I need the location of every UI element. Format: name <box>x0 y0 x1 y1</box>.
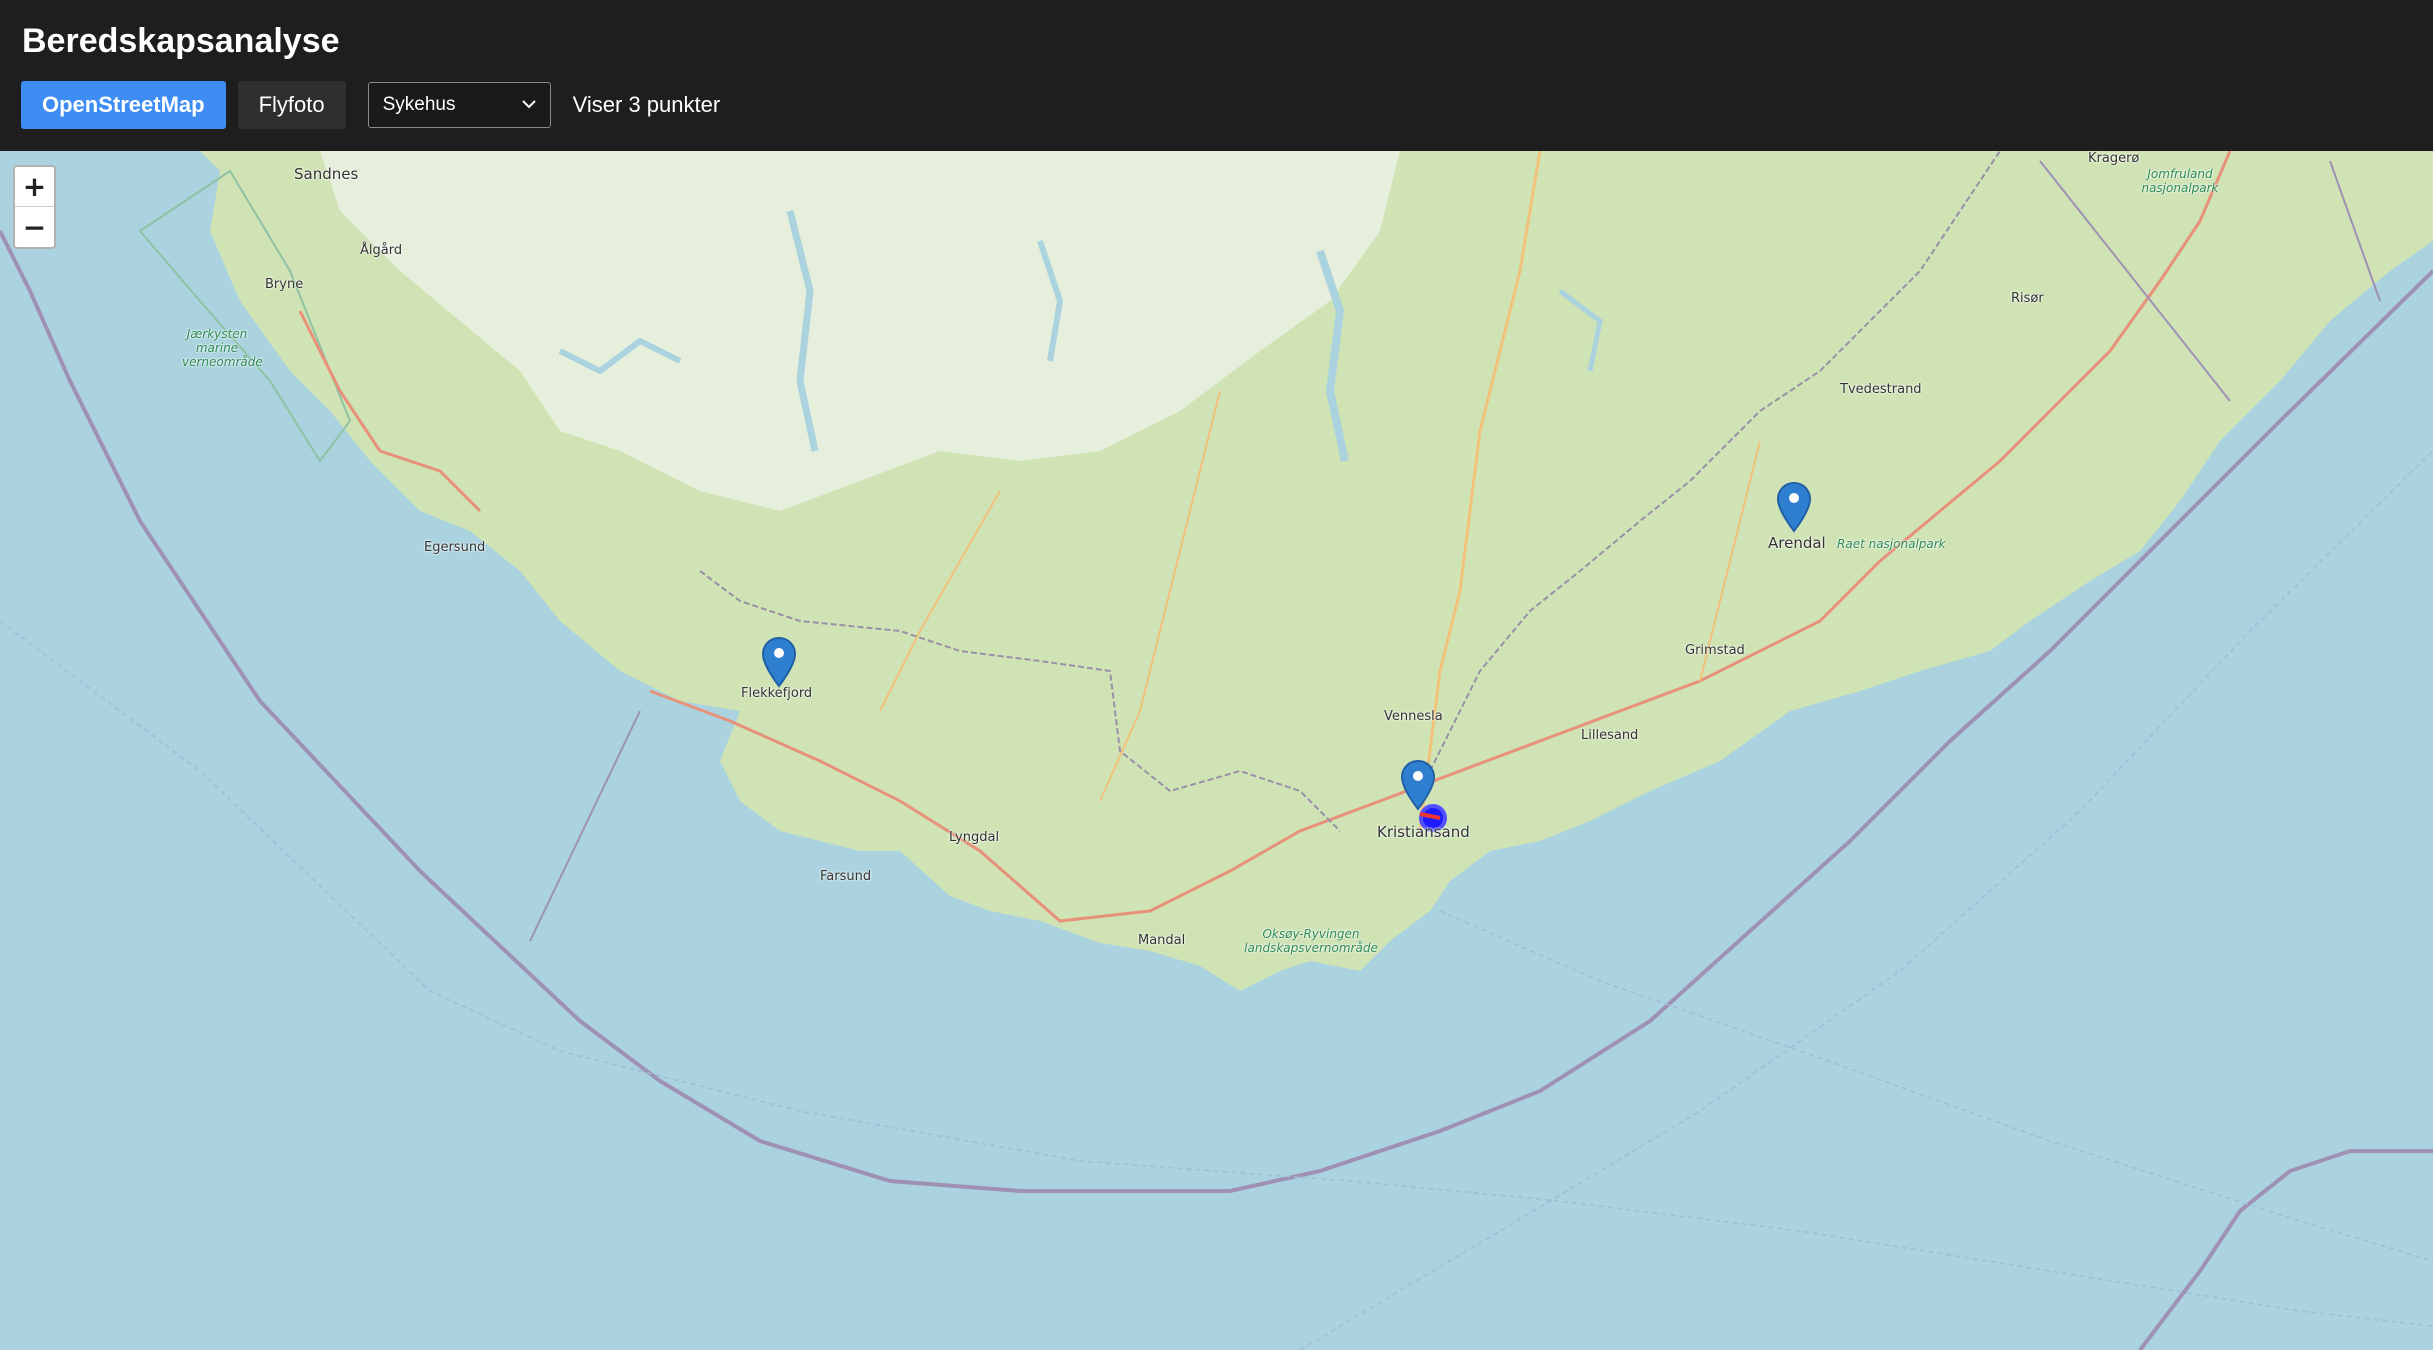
park-label-raet: Raet nasjonalpark <box>1837 537 1946 551</box>
zoom-control: + − <box>13 165 56 249</box>
place-label-sandnes: Sandnes <box>294 165 359 183</box>
openstreetmap-button[interactable]: OpenStreetMap <box>21 81 226 129</box>
sea-route <box>529 710 641 942</box>
map-pin-icon[interactable] <box>1400 759 1436 811</box>
category-select[interactable]: Sykehus <box>367 82 551 128</box>
place-label-algard: Ålgård <box>360 243 403 258</box>
park-label-jomfruland: Jomfruland nasjonalpark <box>2141 167 2219 195</box>
place-label-kragero: Kragerø <box>2088 151 2140 166</box>
sea-route <box>1439 910 2433 1262</box>
maritime-boundary <box>2138 1149 2433 1350</box>
chevron-down-icon <box>521 100 536 109</box>
place-label-mandal: Mandal <box>1138 933 1186 948</box>
points-count-text: Viser 3 punkter <box>572 92 721 117</box>
page-title: Beredskapsanalyse <box>22 22 340 60</box>
place-label-lillesand: Lillesand <box>1581 728 1639 743</box>
place-label-arendal: Arendal <box>1768 534 1826 552</box>
place-label-tvedestrand: Tvedestrand <box>1840 382 1922 397</box>
place-label-egersund: Egersund <box>424 540 486 555</box>
place-label-flekkefjord: Flekkefjord <box>741 686 813 701</box>
place-label-lyngdal: Lyngdal <box>949 830 1000 845</box>
flyfoto-button[interactable]: Flyfoto <box>237 81 346 129</box>
park-label-jaerkysten: Jærkysten marine verneområde <box>182 327 263 369</box>
place-label-risor: Risør <box>2011 291 2044 306</box>
map-view[interactable]: + − Sandnes Ålgård Bryne Egersund Flekke… <box>0 151 2433 1350</box>
app-header: Beredskapsanalyse OpenStreetMap Flyfoto … <box>0 0 2433 151</box>
category-select-value: Sykehus <box>382 94 456 115</box>
place-label-farsund: Farsund <box>820 869 872 884</box>
place-label-bryne: Bryne <box>265 277 304 292</box>
map-controls: OpenStreetMap Flyfoto Sykehus Viser 3 pu… <box>21 81 720 129</box>
zoom-in-button[interactable]: + <box>15 167 54 207</box>
place-label-vennesla: Vennesla <box>1384 709 1443 724</box>
place-label-kristiansand: Kristiansand <box>1377 823 1470 841</box>
park-label-oksoy: Oksøy-Ryvingen landskapsvernområde <box>1244 927 1378 955</box>
zoom-out-button[interactable]: − <box>15 207 54 247</box>
map-pin-icon[interactable] <box>1776 481 1812 533</box>
map-pin-icon[interactable] <box>761 636 797 688</box>
place-label-grimstad: Grimstad <box>1685 643 1745 658</box>
map-tiles <box>0 151 2433 1350</box>
